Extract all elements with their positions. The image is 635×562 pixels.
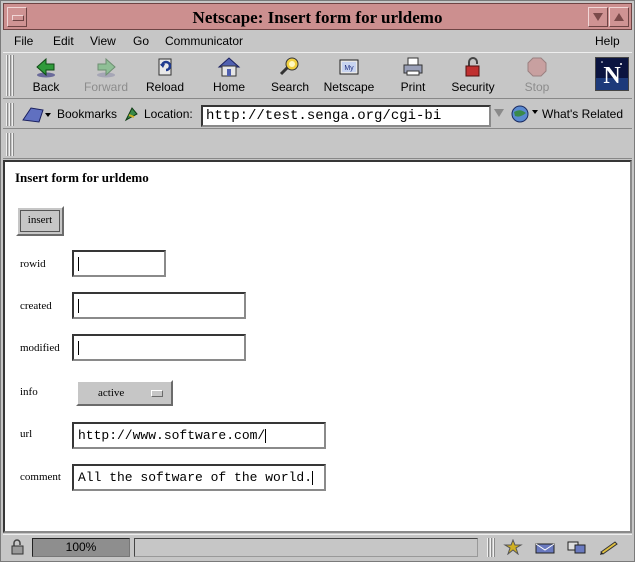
title-bar[interactable]: Netscape: Insert form for urldemo bbox=[3, 3, 632, 30]
zoom-indicator: 100% bbox=[32, 538, 130, 557]
netscape-icon: My bbox=[339, 59, 359, 75]
modified-input[interactable] bbox=[72, 334, 246, 361]
forward-arrow-icon bbox=[97, 57, 116, 78]
security-lock-icon bbox=[465, 57, 480, 77]
rowid-input[interactable] bbox=[72, 250, 166, 277]
browser-window: Netscape: Insert form for urldemo File E… bbox=[0, 0, 635, 562]
print-icon bbox=[403, 57, 423, 76]
bookmarks-icon bbox=[22, 107, 51, 123]
info-selected-value: active bbox=[98, 387, 125, 399]
text-cursor bbox=[312, 470, 314, 485]
search-label: Search bbox=[270, 80, 310, 94]
text-cursor bbox=[265, 428, 267, 443]
text-cursor bbox=[78, 256, 79, 271]
info-label: info bbox=[20, 386, 38, 398]
netscape-logo[interactable]: N bbox=[595, 57, 629, 91]
reload-button[interactable]: Reload bbox=[136, 55, 194, 97]
security-label: Security bbox=[451, 80, 495, 94]
comment-label: comment bbox=[20, 471, 61, 483]
minimize-button[interactable] bbox=[588, 7, 608, 27]
bookmarks-button[interactable] bbox=[21, 104, 57, 124]
print-label: Print bbox=[400, 80, 426, 94]
menu-go[interactable]: Go bbox=[133, 34, 149, 48]
component-bar-grip[interactable] bbox=[487, 538, 496, 557]
netscape-logo-icon: N bbox=[596, 61, 628, 90]
window-title: Netscape: Insert form for urldemo bbox=[192, 8, 443, 27]
url-history-dropdown[interactable] bbox=[492, 106, 506, 126]
rowid-label: rowid bbox=[20, 258, 46, 270]
location-toolbar: Bookmarks Location: http://test.senga.or… bbox=[3, 100, 632, 129]
stop-label: Stop bbox=[524, 80, 550, 94]
home-label: Home bbox=[212, 80, 245, 94]
text-cursor bbox=[78, 298, 79, 313]
search-icon bbox=[279, 57, 299, 76]
page-title: Insert form for urldemo bbox=[15, 170, 149, 185]
location-label: Location: bbox=[144, 107, 193, 121]
reload-label: Reload bbox=[145, 80, 185, 94]
print-button[interactable]: Print bbox=[384, 55, 442, 97]
location-url-input[interactable]: http://test.senga.org/cgi-bi bbox=[201, 105, 491, 127]
modified-label: modified bbox=[20, 342, 60, 354]
menu-help[interactable]: Help bbox=[595, 34, 620, 48]
whats-related-button[interactable] bbox=[510, 104, 540, 124]
location-page-icon[interactable] bbox=[123, 105, 141, 123]
home-icon bbox=[217, 57, 241, 77]
created-label: created bbox=[20, 300, 52, 312]
bookmarks-label[interactable]: Bookmarks bbox=[57, 107, 117, 121]
menu-bar: File Edit View Go Communicator Help bbox=[3, 32, 632, 52]
netscape-button[interactable]: My Netscape bbox=[320, 55, 378, 97]
info-select[interactable]: active bbox=[76, 380, 173, 406]
url-label: url bbox=[20, 428, 33, 440]
globe-icon bbox=[511, 105, 538, 123]
discussion-groups-icon[interactable] bbox=[567, 539, 587, 555]
svg-text:N: N bbox=[603, 63, 621, 89]
location-grip[interactable] bbox=[6, 103, 15, 126]
chevron-down-icon bbox=[494, 109, 504, 117]
status-message bbox=[134, 538, 478, 557]
security-button[interactable]: Security bbox=[444, 55, 502, 97]
stop-icon bbox=[527, 57, 547, 77]
insert-button[interactable]: insert bbox=[16, 206, 64, 236]
option-menu-indicator-icon bbox=[151, 390, 163, 397]
back-arrow-icon bbox=[36, 57, 55, 78]
stop-button[interactable]: Stop bbox=[508, 55, 566, 97]
menu-view[interactable]: View bbox=[90, 34, 116, 48]
svg-text:My: My bbox=[344, 65, 354, 72]
whats-related-label[interactable]: What's Related bbox=[542, 107, 623, 121]
navigation-toolbar: Back Forward Reload Home Search My Netsc… bbox=[3, 52, 632, 99]
menu-communicator[interactable]: Communicator bbox=[165, 34, 243, 48]
status-bar: 100% bbox=[3, 534, 632, 559]
url-input[interactable]: http://www.software.com/ bbox=[72, 422, 326, 449]
toolbar-grip[interactable] bbox=[6, 55, 15, 96]
menu-file[interactable]: File bbox=[14, 34, 33, 48]
back-label: Back bbox=[32, 80, 60, 94]
minimize-icon bbox=[593, 13, 603, 21]
mail-icon[interactable] bbox=[535, 539, 555, 555]
text-cursor bbox=[78, 340, 79, 355]
security-status-icon[interactable] bbox=[9, 539, 27, 555]
comment-input[interactable]: All the software of the world. bbox=[72, 464, 326, 491]
search-button[interactable]: Search bbox=[261, 55, 319, 97]
page-content: Insert form for urldemo insert rowid cre… bbox=[3, 160, 632, 533]
navigator-icon[interactable] bbox=[503, 539, 523, 555]
forward-button[interactable]: Forward bbox=[77, 55, 135, 97]
reload-icon bbox=[158, 58, 172, 76]
maximize-button[interactable] bbox=[609, 7, 629, 27]
netscape-label: Netscape bbox=[323, 80, 375, 94]
personal-toolbar-grip[interactable] bbox=[6, 133, 15, 156]
forward-label: Forward bbox=[83, 80, 128, 94]
personal-toolbar bbox=[3, 130, 632, 159]
menu-edit[interactable]: Edit bbox=[53, 34, 74, 48]
back-button[interactable]: Back bbox=[17, 55, 75, 97]
maximize-icon bbox=[614, 13, 624, 21]
composer-icon[interactable] bbox=[599, 539, 619, 555]
home-button[interactable]: Home bbox=[200, 55, 258, 97]
created-input[interactable] bbox=[72, 292, 246, 319]
